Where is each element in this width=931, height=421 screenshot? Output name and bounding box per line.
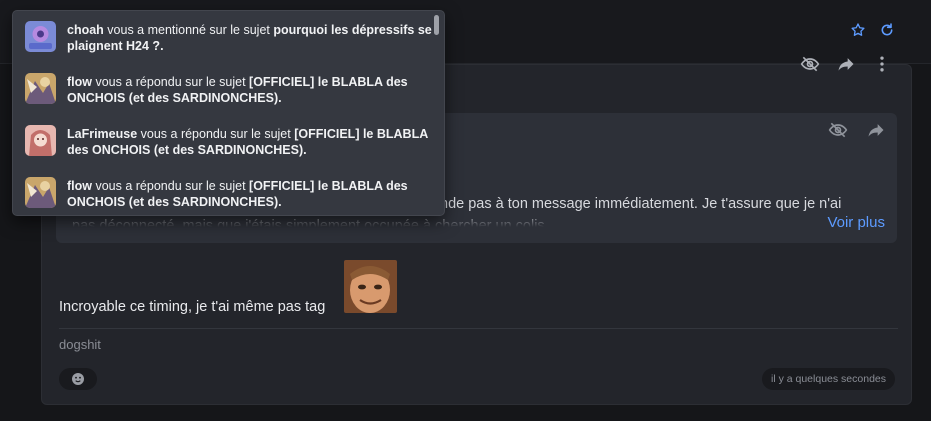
notification-action: vous a répondu sur le sujet — [137, 127, 295, 141]
notification-item[interactable]: flow vous a répondu sur le sujet [OFFICI… — [13, 63, 433, 119]
quote-share-icon[interactable] — [865, 119, 887, 141]
refresh-icon[interactable] — [877, 22, 897, 42]
signature: dogshit — [59, 337, 101, 352]
scrollbar-thumb[interactable] — [434, 15, 439, 35]
notification-text: flow vous a répondu sur le sujet [OFFICI… — [67, 63, 433, 106]
star-icon[interactable] — [848, 22, 868, 42]
more-options-icon[interactable] — [871, 53, 893, 75]
avatar — [25, 125, 56, 156]
notification-item[interactable]: choah vous a mentionné sur le sujet pour… — [13, 11, 433, 67]
smiley-icon — [72, 373, 84, 385]
post-timestamp: il y a quelques secondes — [762, 368, 895, 390]
signature-divider — [59, 328, 898, 329]
avatar — [25, 177, 56, 208]
notifications-dropdown: choah vous a mentionné sur le sujet pour… — [12, 10, 445, 216]
hide-icon[interactable] — [799, 53, 821, 75]
quote-actions — [827, 119, 887, 141]
notification-action: vous a répondu sur le sujet — [92, 75, 250, 89]
notification-text: choah vous a mentionné sur le sujet pour… — [67, 11, 433, 54]
notification-text: flow vous a répondu sur le sujet [OFFICI… — [67, 167, 433, 210]
post-actions — [799, 53, 893, 75]
voir-plus-link[interactable]: Voir plus — [821, 214, 885, 231]
post-body: Incroyable ce timing, je t'ai même pas t… — [59, 299, 326, 315]
add-reaction-button[interactable] — [59, 368, 97, 390]
avatar — [25, 73, 56, 104]
notification-action: vous a répondu sur le sujet — [92, 179, 250, 193]
sticker-image — [344, 260, 397, 313]
quote-hide-icon[interactable] — [827, 119, 849, 141]
quote-line-2: pas déconnecté, mais que j'étais simplem… — [72, 218, 545, 227]
avatar — [25, 21, 56, 52]
notification-user: LaFrimeuse — [67, 127, 138, 141]
notification-text: LaFrimeuse vous a répondu sur le sujet [… — [67, 115, 433, 158]
notification-action: vous a mentionné sur le sujet — [103, 23, 274, 37]
share-icon[interactable] — [835, 53, 857, 75]
notification-item[interactable]: LaFrimeuse vous a répondu sur le sujet [… — [13, 115, 433, 171]
notification-item[interactable]: flow vous a répondu sur le sujet [OFFICI… — [13, 167, 433, 215]
notification-user: choah — [67, 23, 104, 37]
notification-user: flow — [67, 179, 92, 193]
notification-user: flow — [67, 75, 92, 89]
